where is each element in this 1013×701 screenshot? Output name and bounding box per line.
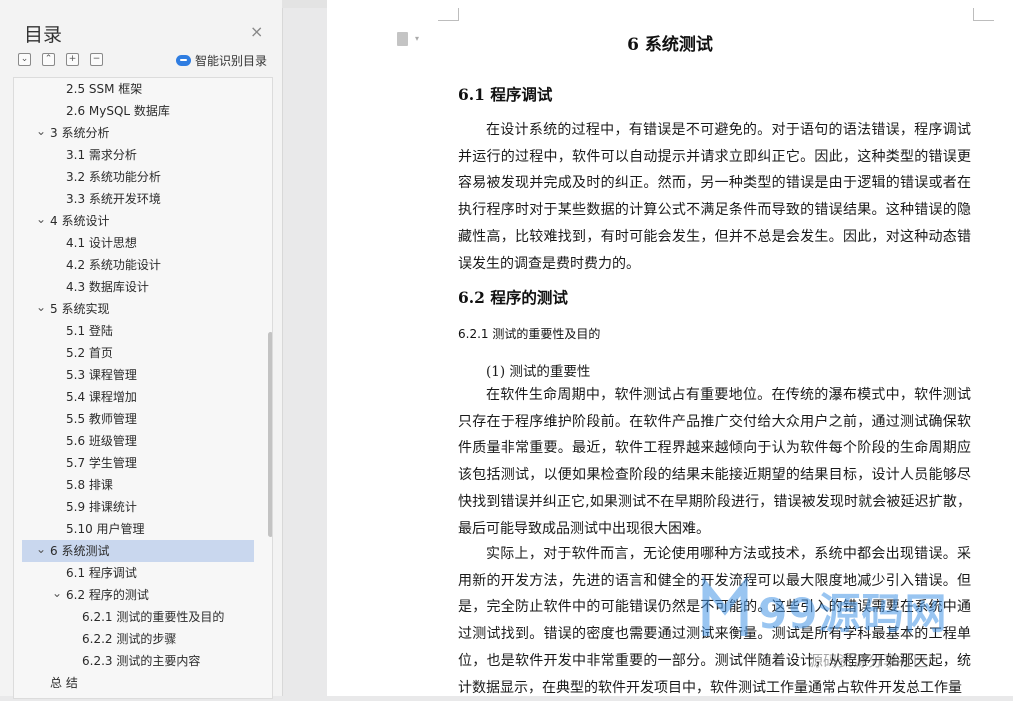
toc-item-label: 2.5 SSM 框架 <box>66 82 143 96</box>
toc-item[interactable]: 6.2.3 测试的主要内容 <box>22 650 254 672</box>
toc-item-label: 6.1 程序调试 <box>66 566 137 580</box>
smart-toc-button[interactable]: 智能识别目录 <box>176 52 267 69</box>
toc-item[interactable]: 3.2 系统功能分析 <box>22 166 254 188</box>
toc-item[interactable]: 5.3 课程管理 <box>22 364 254 386</box>
page-gutter <box>282 0 327 8</box>
close-icon[interactable]: × <box>250 22 263 41</box>
toc-item[interactable]: ⌄ 6.2 程序的测试 <box>22 584 254 606</box>
toc-item[interactable]: 总 结 <box>22 672 254 694</box>
chapter-title: 6 系统测试 <box>627 35 713 55</box>
toc-item-label: 3.1 需求分析 <box>66 148 137 162</box>
toc-item[interactable]: 4.1 设计思想 <box>22 232 254 254</box>
toc-item[interactable]: 6.1 程序调试 <box>22 562 254 584</box>
toc-item[interactable]: 6.2.1 测试的重要性及目的 <box>22 606 254 628</box>
toc-item[interactable]: 5.9 排课统计 <box>22 496 254 518</box>
chevron-down-icon[interactable]: ⌄ <box>36 538 46 560</box>
subheading: (1) 测试的重要性 <box>486 364 591 380</box>
chevron-down-icon[interactable]: ⌄ <box>36 120 46 142</box>
toc-item-label: 3.3 系统开发环境 <box>66 192 161 206</box>
toc-item-label: 5.5 教师管理 <box>66 412 137 426</box>
chevron-down-icon[interactable]: ⌄ <box>36 296 46 318</box>
chevron-down-icon[interactable]: ⌄ <box>36 208 46 230</box>
toc-item-label: 6.2.3 测试的主要内容 <box>82 654 201 668</box>
toc-item[interactable]: 5.10 用户管理 <box>22 518 254 540</box>
toc-scrollbar[interactable] <box>268 332 272 537</box>
toc-item-label: 5.4 课程增加 <box>66 390 137 404</box>
expand-up-icon[interactable]: ⌃ <box>42 53 55 66</box>
toc-item-label: 总 结 <box>50 676 78 690</box>
toc-item-label: 5.1 登陆 <box>66 324 113 338</box>
toc-item-label: 5 系统实现 <box>50 302 110 316</box>
smart-toc-label: 智能识别目录 <box>195 54 268 68</box>
toc-item[interactable]: 2.5 SSM 框架 <box>22 78 254 100</box>
toc-item-label: 5.10 用户管理 <box>66 522 145 536</box>
section-heading-6-1: 6.1 程序调试 <box>458 85 553 104</box>
toc-item[interactable]: ⌄ 6 系统测试 <box>22 540 254 562</box>
toc-panel: 目录 × ⌄ ⌃ + − 智能识别目录 2.5 SSM 框架 2.6 MySQL … <box>0 0 283 699</box>
toc-item-label: 5.6 班级管理 <box>66 434 137 448</box>
toc-title: 目录 <box>24 24 63 46</box>
toc-list[interactable]: 2.5 SSM 框架 2.6 MySQL 数据库 ⌄ 3 系统分析 3.1 需求分析 3.… <box>13 77 273 699</box>
toc-item[interactable]: 5.1 登陆 <box>22 320 254 342</box>
paragraph: 实际上，对于软件而言，无论使用哪种方法或技术，系统中都会出现错误。采用新的开发方… <box>458 546 971 696</box>
section-heading-6-2: 6.2 程序的测试 <box>458 288 568 307</box>
toc-item[interactable]: ⌄ 4 系统设计 <box>22 210 254 232</box>
toc-item-label: 6.2.1 测试的重要性及目的 <box>82 610 225 624</box>
toc-item-label: 4 系统设计 <box>50 214 110 228</box>
toc-item[interactable]: 5.4 课程增加 <box>22 386 254 408</box>
toc-item-label: 2.6 MySQL 数据库 <box>66 104 170 118</box>
toc-item[interactable]: 3.3 系统开发环境 <box>22 188 254 210</box>
toc-item-label: 6.2 程序的测试 <box>66 588 149 602</box>
toc-item-label: 5.8 排课 <box>66 478 113 492</box>
document-page[interactable]: ▾ 6 系统测试 6.1 程序调试 在设计系统的过程中，有错误是不可避免的。对于… <box>327 0 1013 696</box>
paragraph: 在软件生命周期中，软件测试占有重要地位。在传统的瀑布模式中，软件测试只存在于程序… <box>458 387 971 537</box>
toc-item-label: 6 系统测试 <box>50 544 110 558</box>
page-corner-mark <box>438 8 459 21</box>
toc-item[interactable]: ⌄ 5 系统实现 <box>22 298 254 320</box>
toc-item-label: 5.2 首页 <box>66 346 113 360</box>
toc-item[interactable]: 5.5 教师管理 <box>22 408 254 430</box>
remove-heading-icon[interactable]: − <box>90 53 103 66</box>
toc-item[interactable]: 5.6 班级管理 <box>22 430 254 452</box>
toc-item-label: 6.2.2 测试的步骤 <box>82 632 177 646</box>
toc-item-label: 5.7 学生管理 <box>66 456 137 470</box>
section-heading-6-2-1: 6.2.1 测试的重要性及目的 <box>458 327 601 341</box>
toc-item-label: 5.9 排课统计 <box>66 500 137 514</box>
toc-item-label: 4.1 设计思想 <box>66 236 137 250</box>
paragraph: 在设计系统的过程中，有错误是不可避免的。对于语句的语法错误，程序调试并运行的过程… <box>458 122 971 272</box>
toc-item[interactable]: 4.2 系统功能设计 <box>22 254 254 276</box>
toc-item[interactable]: 4.3 数据库设计 <box>22 276 254 298</box>
cloud-icon <box>176 55 191 66</box>
toc-item[interactable]: 5.2 首页 <box>22 342 254 364</box>
add-heading-icon[interactable]: + <box>66 53 79 66</box>
toc-item-label: 5.3 课程管理 <box>66 368 137 382</box>
toc-item[interactable]: 5.7 学生管理 <box>22 452 254 474</box>
collapse-all-icon[interactable]: ⌄ <box>18 53 31 66</box>
chevron-down-icon[interactable]: ⌄ <box>52 582 62 604</box>
page-corner-mark <box>973 8 994 21</box>
toc-item[interactable]: ⌄ 3 系统分析 <box>22 122 254 144</box>
toc-item[interactable]: 5.8 排课 <box>22 474 254 496</box>
toc-item[interactable]: 2.6 MySQL 数据库 <box>22 100 254 122</box>
toc-item-label: 4.3 数据库设计 <box>66 280 149 294</box>
toc-item[interactable]: 6.2.2 测试的步骤 <box>22 628 254 650</box>
toc-item[interactable]: 3.1 需求分析 <box>22 144 254 166</box>
toc-item-label: 4.2 系统功能设计 <box>66 258 161 272</box>
toc-item-label: 3.2 系统功能分析 <box>66 170 161 184</box>
toc-item-label: 3 系统分析 <box>50 126 110 140</box>
